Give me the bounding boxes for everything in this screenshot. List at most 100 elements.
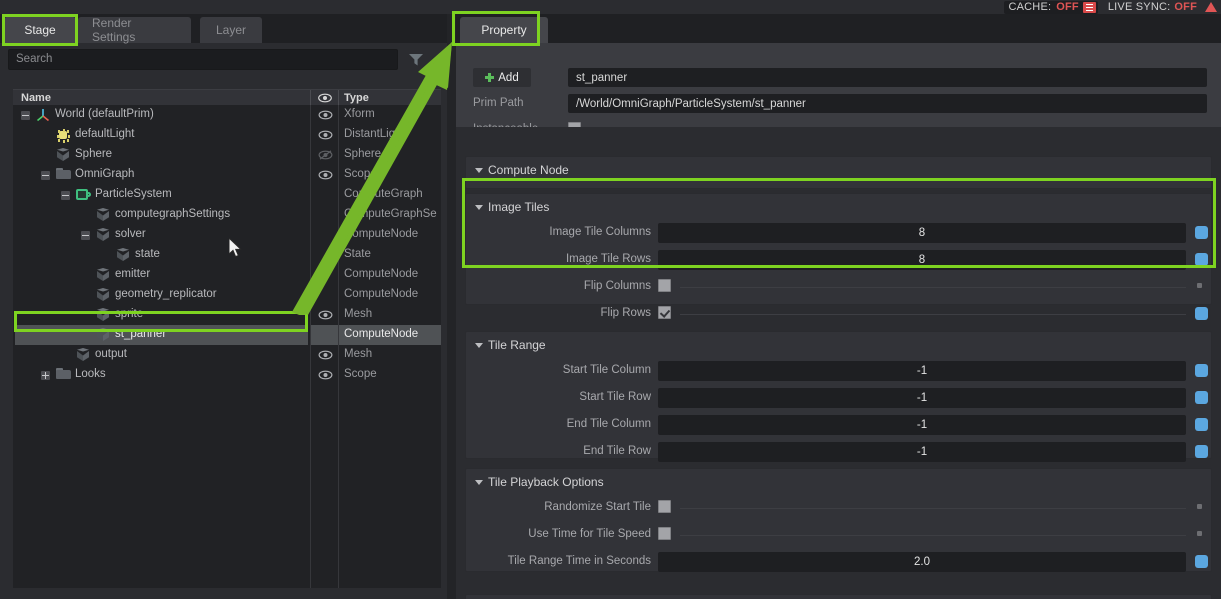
livesync-status-group[interactable]: LIVE SYNC: OFF — [1108, 1, 1217, 13]
cache-server-icon[interactable] — [1082, 1, 1096, 13]
tree-row-selected[interactable]: st_panner ComputeNode — [13, 325, 441, 345]
tree-row[interactable]: output Mesh — [13, 345, 441, 365]
eye-visible-icon[interactable] — [318, 170, 333, 180]
collapse-icon[interactable] — [81, 231, 90, 240]
tree-item-label: output — [95, 348, 127, 360]
property-body[interactable]: Compute Node Image Tiles Image Tile Column… — [456, 127, 1221, 599]
property-header: Add st_panner Prim Path /World/OmniGraph… — [456, 43, 1221, 135]
expand-icon[interactable] — [41, 371, 50, 380]
eye-hidden-icon[interactable] — [318, 150, 333, 160]
tree-item-icon — [76, 188, 91, 202]
default-value-marker[interactable] — [1197, 504, 1202, 509]
chevron-down-icon[interactable] — [475, 205, 483, 210]
tree-item-label: Looks — [75, 368, 106, 380]
property-row: Image Tile Rows 8 — [466, 248, 1211, 272]
tree-row[interactable]: defaultLight DistantLight — [13, 125, 441, 145]
property-row-label: Start Tile Column — [562, 364, 651, 376]
prim-name-field[interactable]: st_panner — [568, 68, 1207, 87]
stage-tree[interactable]: World (defaultPrim) Xform defaultLight Dist… — [13, 105, 441, 588]
tree-row[interactable]: state State — [13, 245, 441, 265]
overridden-value-marker[interactable] — [1195, 364, 1208, 377]
stage-panel: Stage Render Settings Layer Search Name … — [0, 14, 447, 599]
property-checkbox-checked[interactable] — [658, 306, 671, 319]
property-row-label: Flip Rows — [600, 307, 651, 319]
property-value-field[interactable]: 8 — [658, 223, 1186, 243]
tree-item-label: sprite — [115, 308, 144, 320]
tree-row[interactable]: sprite Mesh — [13, 305, 441, 325]
property-value-field[interactable]: 8 — [658, 250, 1186, 270]
tree-item-type: Sphere — [344, 148, 382, 160]
property-value-field[interactable]: -1 — [658, 361, 1186, 381]
property-row: Tile Range Time in Seconds 2.0 — [466, 550, 1211, 574]
overridden-value-marker[interactable] — [1195, 445, 1208, 458]
tree-item-label: solver — [115, 228, 146, 240]
overridden-value-marker[interactable] — [1195, 307, 1208, 320]
overridden-value-marker[interactable] — [1195, 418, 1208, 431]
overridden-value-marker[interactable] — [1195, 391, 1208, 404]
tree-row[interactable]: OmniGraph Scope — [13, 165, 441, 185]
overridden-value-marker[interactable] — [1195, 226, 1208, 239]
chevron-down-icon[interactable] — [475, 343, 483, 348]
property-value-field[interactable]: 2.0 — [658, 552, 1186, 572]
tab-layer[interactable]: Layer — [200, 17, 262, 43]
property-checkbox-unchecked[interactable] — [658, 500, 671, 513]
eye-visible-icon[interactable] — [318, 370, 333, 380]
tree-row[interactable]: Looks Scope — [13, 365, 441, 385]
tree-item-icon — [76, 348, 91, 362]
property-value-field[interactable]: -1 — [658, 442, 1186, 462]
property-row: Randomize Start Tile — [466, 496, 1211, 520]
stage-tabstrip: Stage Render Settings Layer — [0, 14, 447, 44]
tab-render-settings[interactable]: Render Settings — [78, 16, 191, 44]
tab-property[interactable]: Property — [460, 17, 548, 43]
livesync-cone-icon[interactable] — [1205, 2, 1217, 12]
tree-item-icon — [96, 228, 111, 242]
property-value-field[interactable]: -1 — [658, 415, 1186, 435]
overridden-value-marker[interactable] — [1195, 253, 1208, 266]
eye-visible-icon[interactable] — [318, 350, 333, 360]
tree-item-label: World (defaultPrim) — [55, 108, 154, 120]
tree-item-icon — [116, 248, 131, 262]
tree-item-icon — [96, 328, 111, 342]
property-group-title: Image Tiles — [488, 200, 550, 214]
tree-item-icon — [56, 148, 71, 162]
tab-stage[interactable]: Stage — [4, 17, 76, 43]
tree-item-type: ComputeNode — [344, 288, 419, 300]
tree-row[interactable]: Sphere Sphere — [13, 145, 441, 165]
tree-item-type: Mesh — [344, 308, 373, 320]
tree-row[interactable]: ParticleSystem ComputeGraph — [13, 185, 441, 205]
overridden-value-marker[interactable] — [1195, 555, 1208, 568]
tree-item-type: DistantLight — [344, 128, 405, 140]
property-row: Flip Columns — [466, 275, 1211, 299]
row-separator — [680, 314, 1186, 315]
search-input[interactable]: Search — [8, 49, 398, 70]
tree-item-label: defaultLight — [75, 128, 135, 140]
collapse-icon[interactable] — [61, 191, 70, 200]
property-checkbox-unchecked[interactable] — [658, 279, 671, 292]
collapse-icon[interactable] — [21, 111, 30, 120]
tree-row[interactable]: emitter ComputeNode — [13, 265, 441, 285]
add-button[interactable]: Add — [473, 68, 531, 87]
eye-visible-icon[interactable] — [318, 310, 333, 320]
eye-visible-icon[interactable] — [318, 110, 333, 120]
tree-row[interactable]: computegraphSettings ComputeGraphSe — [13, 205, 441, 225]
tree-item-icon — [56, 128, 71, 143]
eye-visible-icon[interactable] — [318, 130, 333, 140]
tree-row[interactable]: World (defaultPrim) Xform — [13, 105, 441, 125]
property-checkbox-unchecked[interactable] — [658, 527, 671, 540]
chevron-down-icon[interactable] — [475, 480, 483, 485]
filter-funnel-icon[interactable] — [409, 53, 423, 66]
property-row-label: Tile Range Time in Seconds — [507, 555, 651, 567]
prim-path-label: Prim Path — [473, 97, 524, 109]
tree-row[interactable]: geometry_replicator ComputeNode — [13, 285, 441, 305]
cache-status-group[interactable]: CACHE: OFF — [1004, 0, 1098, 14]
prim-path-field[interactable]: /World/OmniGraph/ParticleSystem/st_panne… — [568, 94, 1207, 113]
collapse-icon[interactable] — [41, 171, 50, 180]
row-separator — [680, 535, 1186, 536]
panel-divider[interactable] — [447, 14, 456, 599]
chevron-down-icon[interactable] — [475, 168, 483, 173]
property-value-field[interactable]: -1 — [658, 388, 1186, 408]
default-value-marker[interactable] — [1197, 531, 1202, 536]
default-value-marker[interactable] — [1197, 283, 1202, 288]
tree-row[interactable]: solver ComputeNode — [13, 225, 441, 245]
tree-item-type: ComputeNode — [344, 268, 419, 280]
